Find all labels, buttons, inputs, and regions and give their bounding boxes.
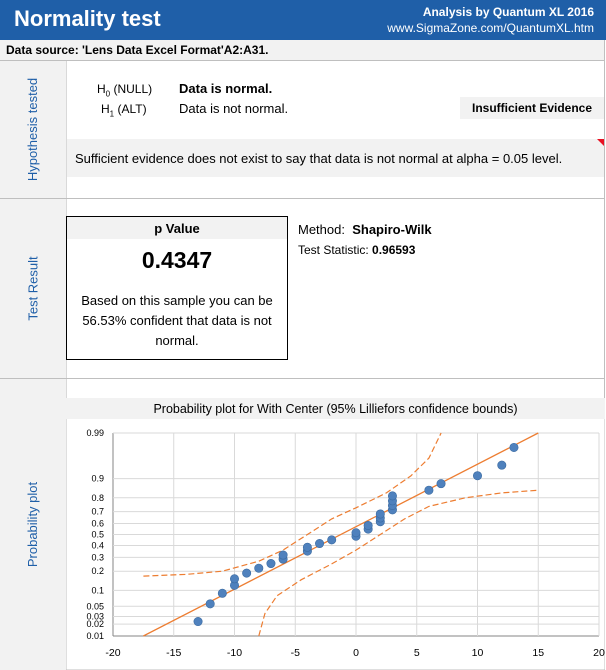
y-tick-label: 0.5 [91, 530, 104, 540]
pvalue-label: p Value [67, 217, 287, 239]
h1-label: H1 (ALT) [101, 102, 147, 119]
result-side-panel: Test Result [0, 199, 67, 378]
test-statistic-label: Test Statistic: [298, 243, 369, 257]
x-tick-label: 5 [414, 647, 420, 659]
data-source-text: Data source: 'Lens Data Excel Format'A2:… [6, 43, 269, 57]
x-tick-label: -10 [227, 647, 242, 659]
y-tick-label: 0.6 [91, 518, 104, 528]
data-point [509, 442, 519, 452]
y-tick-label: 0.1 [91, 585, 104, 595]
section-divider [0, 378, 604, 379]
x-tick-label: 20 [593, 647, 605, 659]
test-statistic-value: 0.96593 [372, 243, 416, 257]
brand-text: Analysis by Quantum XL 2016 [422, 5, 594, 19]
pvalue-box: p Value 0.4347 Based on this sample you … [66, 216, 288, 360]
x-tick-label: -20 [105, 647, 120, 659]
data-point [472, 471, 482, 481]
data-point [375, 509, 385, 519]
data-point [266, 559, 276, 569]
page-title: Normality test [14, 6, 161, 31]
y-tick-label: 0.3 [91, 552, 104, 562]
hypothesis-side-panel: Hypothesis tested [0, 61, 67, 198]
y-tick-label: 0.01 [86, 631, 104, 641]
y-tick-label: 0.05 [86, 601, 104, 611]
h0-text: Data is normal. [179, 81, 273, 96]
method-value: Shapiro-Wilk [352, 222, 432, 237]
data-point [363, 520, 373, 530]
data-point [315, 539, 325, 549]
y-tick-label: 0.7 [91, 507, 104, 517]
x-tick-label: -5 [291, 647, 300, 659]
data-point [327, 535, 337, 545]
brand-url-link[interactable]: www.SigmaZone.com/QuantumXL.htm [387, 21, 594, 35]
section-divider [0, 198, 604, 199]
probability-plot-chart: Probability plot for With Center (95% Li… [66, 398, 605, 670]
data-point [424, 485, 434, 495]
y-tick-label: 0.2 [91, 566, 104, 576]
x-tick-label: 10 [472, 647, 484, 659]
comment-indicator-icon [597, 139, 604, 146]
evidence-badge: Insufficient Evidence [460, 97, 604, 119]
method-label: Method: [298, 222, 345, 237]
x-tick-label: 0 [353, 647, 359, 659]
result-section-label: Test Result [25, 256, 41, 321]
y-tick-label: 0.03 [86, 612, 104, 622]
data-point [436, 479, 446, 489]
y-tick-label: 0.4 [91, 541, 104, 551]
chart-title: Probability plot for With Center (95% Li… [153, 402, 517, 416]
test-statistic-row: Test Statistic: 0.96593 [298, 243, 415, 257]
y-tick-label: 0.9 [91, 474, 104, 484]
x-tick-label: 15 [532, 647, 544, 659]
data-point [302, 542, 312, 552]
data-point [242, 568, 252, 578]
data-point [193, 617, 203, 627]
x-tick-label: -15 [166, 647, 181, 659]
h0-label: H0 (NULL) [97, 82, 153, 99]
y-tick-label: 0.99 [86, 428, 104, 438]
data-point [497, 460, 507, 470]
data-point [351, 528, 361, 538]
plot-side-panel: Probability plot [0, 379, 67, 670]
data-point [278, 550, 288, 560]
conclusion-text: Sufficient evidence does not exist to sa… [67, 139, 604, 177]
data-point [230, 574, 240, 584]
data-point [254, 563, 264, 573]
method-row: Method: Shapiro-Wilk [298, 222, 432, 237]
pvalue-value: 0.4347 [141, 247, 213, 273]
y-tick-label: 0.8 [91, 493, 104, 503]
data-point [387, 491, 397, 501]
pvalue-description: Based on this sample you can be 56.53% c… [81, 293, 273, 348]
h1-text: Data is not normal. [179, 101, 289, 116]
plot-section-label: Probability plot [25, 481, 41, 568]
hypothesis-section-label: Hypothesis tested [25, 77, 41, 182]
data-point [217, 588, 227, 598]
data-point [205, 599, 215, 609]
